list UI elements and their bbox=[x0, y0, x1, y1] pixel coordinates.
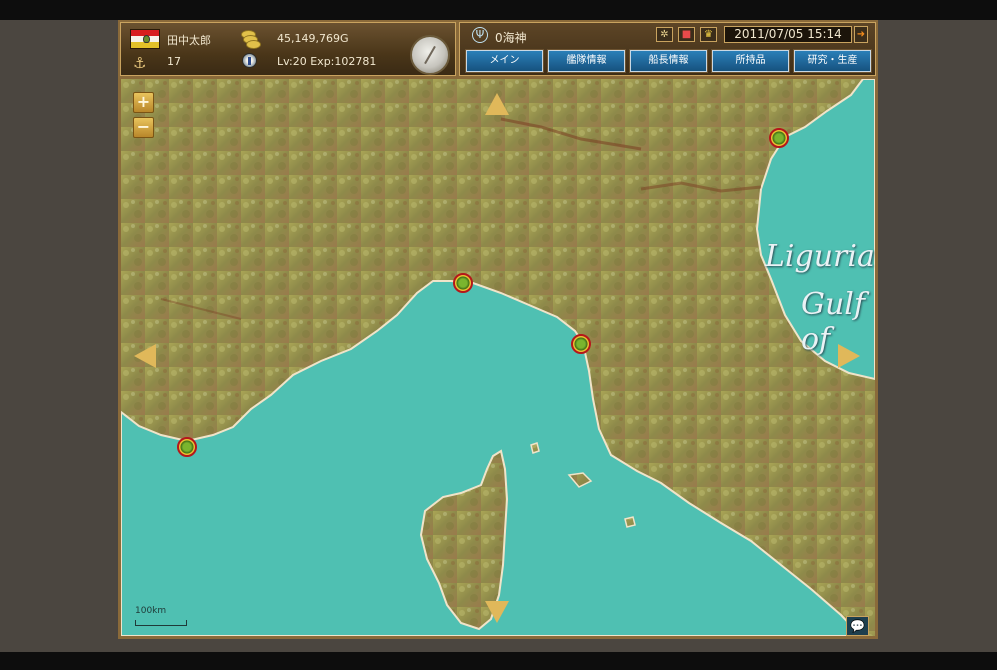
map-scale-bar bbox=[135, 620, 187, 626]
player-status-panel: 田中太郎 45,149,769G ⚓ 17 Lv:20 Exp:102781 bbox=[120, 22, 456, 76]
exit-icon[interactable]: ➜ bbox=[854, 26, 868, 43]
ship-status-panel: Ψ 0海神 ✲ ■ ♛ 2011/07/05 15:14 ➜ メイン 艦隊情報 … bbox=[459, 22, 876, 76]
compass-icon bbox=[410, 35, 450, 75]
chat-icon[interactable]: 💬 bbox=[846, 616, 869, 636]
settings-icon[interactable]: ✲ bbox=[656, 27, 673, 42]
coin-stack-icon bbox=[241, 30, 261, 49]
nav-research-button[interactable]: 研究・生産 bbox=[793, 49, 872, 73]
ship-wheel-icon: Ψ bbox=[472, 27, 488, 43]
gold-amount: 45,149,769G bbox=[277, 32, 349, 45]
world-map[interactable]: Ligurian Gulf of + − 100km 💬 bbox=[121, 79, 875, 636]
letterbox-bottom bbox=[0, 652, 997, 670]
nav-main-button[interactable]: メイン bbox=[465, 49, 544, 73]
nav-inventory-button[interactable]: 所持品 bbox=[711, 49, 790, 73]
player-name: 田中太郎 bbox=[167, 34, 211, 47]
medal-icon bbox=[242, 53, 257, 68]
sea-label-ligurian: Ligurian bbox=[765, 239, 875, 274]
anchor-icon: ⚓ bbox=[133, 54, 147, 72]
crown-icon[interactable]: ♛ bbox=[700, 27, 717, 42]
flag-icon bbox=[130, 29, 160, 49]
scroll-left-arrow-icon[interactable] bbox=[134, 344, 156, 368]
game-datetime: 2011/07/05 15:14 bbox=[724, 26, 852, 43]
zoom-in-button[interactable]: + bbox=[133, 92, 154, 113]
nav-fleet-button[interactable]: 艦隊情報 bbox=[547, 49, 626, 73]
level-exp: Lv:20 Exp:102781 bbox=[277, 55, 377, 68]
ship-name: 0海神 bbox=[495, 31, 527, 45]
record-icon[interactable]: ■ bbox=[678, 27, 695, 42]
port-icon[interactable] bbox=[769, 128, 789, 148]
scroll-right-arrow-icon[interactable] bbox=[838, 344, 860, 368]
port-icon[interactable] bbox=[453, 273, 473, 293]
map-terrain bbox=[121, 79, 875, 636]
zoom-out-button[interactable]: − bbox=[133, 117, 154, 138]
letterbox-top bbox=[0, 0, 997, 20]
port-icon[interactable] bbox=[571, 334, 591, 354]
scroll-down-arrow-icon[interactable] bbox=[485, 601, 509, 623]
port-icon[interactable] bbox=[177, 437, 197, 457]
anchor-count: 17 bbox=[167, 55, 181, 68]
scroll-up-arrow-icon[interactable] bbox=[485, 93, 509, 115]
nav-captain-button[interactable]: 船長情報 bbox=[629, 49, 708, 73]
map-scale-label: 100km bbox=[135, 606, 167, 616]
